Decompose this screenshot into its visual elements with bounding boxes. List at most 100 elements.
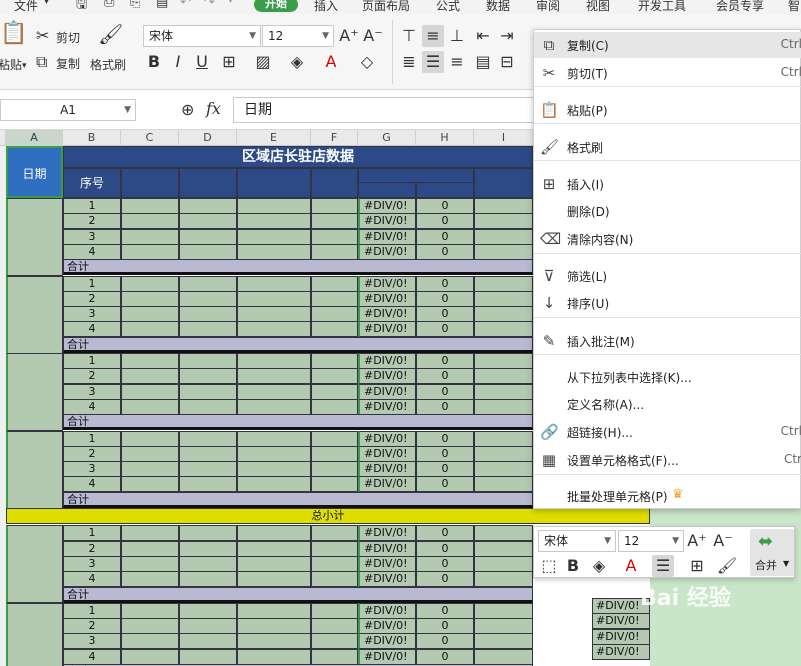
table-cell[interactable]: [311, 244, 358, 260]
table-cell[interactable]: 3: [63, 556, 121, 572]
column-header[interactable]: I: [474, 130, 534, 146]
cut-button[interactable]: 剪切: [56, 29, 80, 46]
context-menu-item[interactable]: 📋 粘贴(P): [534, 97, 801, 123]
table-cell[interactable]: [179, 368, 237, 384]
tab-more[interactable]: 智: [788, 0, 800, 14]
table-cell[interactable]: [179, 276, 237, 292]
table-cell[interactable]: [121, 213, 179, 229]
table-cell[interactable]: [474, 244, 533, 260]
table-cell[interactable]: [474, 353, 533, 369]
font-size-select[interactable]: 12 ▼: [262, 25, 334, 47]
column-header[interactable]: F: [311, 130, 358, 146]
table-cell[interactable]: [474, 541, 533, 557]
table-cell[interactable]: 2: [63, 541, 121, 557]
more-icon[interactable]: ▾: [228, 0, 233, 6]
table-cell[interactable]: [311, 306, 358, 322]
table-cell[interactable]: [237, 306, 311, 322]
table-cell[interactable]: [237, 541, 311, 557]
cut-icon[interactable]: ✂: [36, 28, 49, 44]
table-cell[interactable]: [121, 633, 179, 649]
bold-icon[interactable]: B: [562, 555, 584, 577]
table-cell[interactable]: 3: [63, 384, 121, 400]
subtotal-row[interactable]: 合计: [63, 259, 533, 275]
table-cell[interactable]: [121, 476, 179, 492]
table-cell[interactable]: [237, 525, 311, 541]
table-cell[interactable]: [121, 321, 179, 337]
context-menu-item[interactable]: ✂ 剪切(T) Ctrl: [534, 60, 801, 86]
table-cell[interactable]: #DIV/0!: [358, 198, 416, 214]
table-cell[interactable]: 0: [416, 198, 474, 214]
file-menu[interactable]: 文件: [14, 0, 38, 14]
table-cell[interactable]: 3: [63, 633, 121, 649]
table-cell[interactable]: #DIV/0!: [358, 571, 416, 587]
tab-data[interactable]: 数据: [486, 0, 510, 14]
date-header[interactable]: 日期: [6, 146, 63, 198]
column-header[interactable]: H: [416, 130, 474, 146]
table-cell[interactable]: [237, 198, 311, 214]
context-menu-item[interactable]: ⧉ 复制(C) Ctrl: [534, 32, 801, 58]
date-cell[interactable]: [6, 353, 63, 431]
align-right-icon[interactable]: ≡: [446, 51, 468, 73]
table-cell[interactable]: [474, 321, 533, 337]
table-cell[interactable]: 0: [416, 556, 474, 572]
table-cell[interactable]: #DIV/0!: [358, 649, 416, 665]
table-cell[interactable]: [474, 571, 533, 587]
context-menu-item[interactable]: 定义名称(A)...: [534, 391, 801, 417]
table-cell[interactable]: [179, 446, 237, 462]
table-cell[interactable]: [121, 291, 179, 307]
date-cell[interactable]: [6, 276, 63, 354]
table-cell[interactable]: #DIV/0!: [358, 633, 416, 649]
table-cell[interactable]: [121, 431, 179, 447]
subtotal-row[interactable]: 合计: [63, 337, 533, 353]
table-cell[interactable]: [121, 306, 179, 322]
select-icon[interactable]: ⬚: [538, 555, 560, 577]
table-cell[interactable]: 1: [63, 603, 121, 619]
table-cell[interactable]: [179, 461, 237, 477]
table-cell[interactable]: #DIV/0!: [358, 618, 416, 634]
table-cell[interactable]: 0: [416, 525, 474, 541]
table-cell[interactable]: #DIV/0!: [358, 446, 416, 462]
table-cell[interactable]: [121, 399, 179, 415]
context-menu-item[interactable]: ⌫ 清除内容(N): [534, 226, 801, 252]
header-cell[interactable]: [358, 168, 474, 183]
fill-color-icon[interactable]: ◈: [588, 555, 610, 577]
print-icon[interactable]: ⎙: [104, 0, 114, 10]
context-menu-item[interactable]: ⊽ 筛选(L): [534, 263, 801, 289]
merge-button[interactable]: ⬌ 合并 ▼: [750, 529, 794, 576]
table-cell[interactable]: [237, 431, 311, 447]
tab-view[interactable]: 视图: [586, 0, 610, 14]
table-cell[interactable]: 4: [63, 476, 121, 492]
table-cell[interactable]: [311, 446, 358, 462]
table-cell[interactable]: [121, 276, 179, 292]
table-cell[interactable]: 0: [416, 306, 474, 322]
column-header[interactable]: G: [358, 130, 416, 146]
table-cell[interactable]: [474, 276, 533, 292]
table-cell[interactable]: 0: [416, 244, 474, 260]
table-cell[interactable]: 0: [416, 229, 474, 245]
context-menu-item[interactable]: ✎ 插入批注(M): [534, 328, 801, 354]
table-cell[interactable]: [311, 603, 358, 619]
table-cell[interactable]: 2: [63, 446, 121, 462]
align-center-icon[interactable]: ☰: [652, 555, 674, 577]
table-cell[interactable]: 0: [416, 446, 474, 462]
table-cell[interactable]: [237, 649, 311, 665]
tab-member[interactable]: 会员专享: [716, 0, 764, 14]
indent-increase-icon[interactable]: ⇥: [496, 25, 518, 47]
table-cell[interactable]: 1: [63, 353, 121, 369]
table-cell[interactable]: #DIV/0!: [358, 229, 416, 245]
table-cell[interactable]: [179, 399, 237, 415]
tab-home[interactable]: 开始: [254, 0, 298, 12]
open-icon[interactable]: ▤: [156, 0, 168, 10]
table-cell[interactable]: [121, 198, 179, 214]
table-cell[interactable]: [179, 213, 237, 229]
column-header[interactable]: D: [179, 130, 237, 146]
table-cell[interactable]: #DIV/0!: [358, 306, 416, 322]
align-middle-icon[interactable]: ≡: [422, 25, 444, 47]
table-cell[interactable]: [179, 229, 237, 245]
paste-button[interactable]: 粘贴: [0, 56, 22, 73]
table-cell[interactable]: [237, 291, 311, 307]
border-icon[interactable]: ⊞: [686, 555, 708, 577]
table-cell[interactable]: 0: [416, 353, 474, 369]
table-cell[interactable]: [311, 618, 358, 634]
table-cell[interactable]: 0: [416, 633, 474, 649]
